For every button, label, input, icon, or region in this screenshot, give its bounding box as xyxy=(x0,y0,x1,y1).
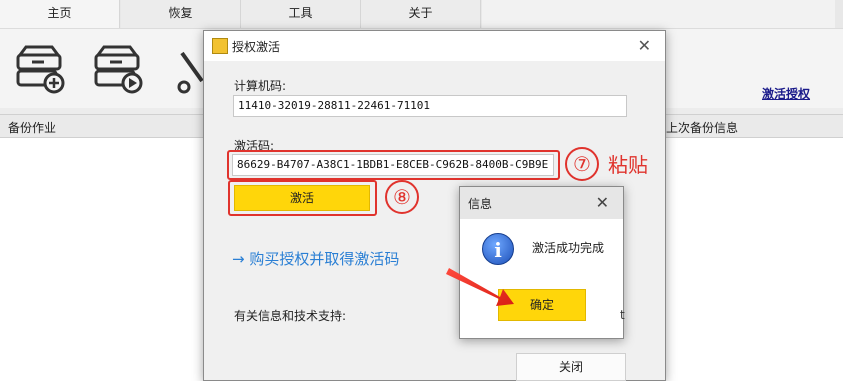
support-label: 有关信息和技术支持: xyxy=(234,309,347,323)
msgbox-titlebar[interactable]: 信息 ✕ xyxy=(460,187,623,219)
info-icon: i xyxy=(482,233,514,265)
activation-code-field[interactable]: 86629-B4707-A38C1-1BDB1-E8CEB-C962B-8400… xyxy=(232,154,554,176)
column-last-backup[interactable]: 上次备份信息 xyxy=(666,119,738,136)
backup-add-icon[interactable] xyxy=(12,41,68,97)
tools-icon[interactable] xyxy=(176,41,206,97)
backup-run-icon[interactable] xyxy=(90,41,146,97)
tab-home[interactable]: 主页 xyxy=(0,0,120,28)
buy-license-link[interactable]: → 购买授权并取得激活码 xyxy=(232,248,399,269)
msgbox-message: 激活成功完成 xyxy=(532,241,605,255)
close-button[interactable]: 关闭 xyxy=(516,353,626,381)
close-icon[interactable]: ✕ xyxy=(596,193,609,212)
tab-about[interactable]: 关于 xyxy=(361,0,481,28)
machine-code-field[interactable]: 11410-32019-28811-22461-71101 xyxy=(233,95,627,117)
app-icon xyxy=(212,38,228,54)
tab-strip-filler xyxy=(482,0,835,28)
close-icon[interactable]: ✕ xyxy=(638,36,651,55)
info-message-box: 信息 ✕ i 激活成功完成 确定 xyxy=(459,186,624,339)
partial-text: t xyxy=(620,308,625,322)
paste-annotation: 粘贴 xyxy=(608,153,648,177)
machine-code-label: 计算机码: xyxy=(234,79,287,93)
dialog-titlebar[interactable]: 授权激活 ✕ xyxy=(204,31,665,61)
activate-license-link[interactable]: 激活授权 xyxy=(762,85,810,102)
activate-button[interactable]: 激活 xyxy=(234,185,370,211)
msgbox-title: 信息 xyxy=(468,197,493,211)
column-backup-job[interactable]: 备份作业 xyxy=(8,119,56,136)
tab-bar: 主页 恢复 工具 关于 xyxy=(0,0,843,28)
dialog-title: 授权激活 xyxy=(232,40,281,54)
ok-button[interactable]: 确定 xyxy=(498,289,586,321)
step-7-marker: ⑦ xyxy=(565,147,599,181)
tab-tools[interactable]: 工具 xyxy=(241,0,361,28)
tab-restore[interactable]: 恢复 xyxy=(121,0,241,28)
step-8-marker: ⑧ xyxy=(385,180,419,214)
